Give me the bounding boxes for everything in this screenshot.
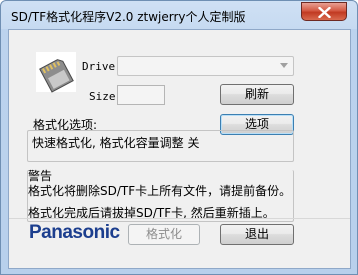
panasonic-logo: Panasonic xyxy=(29,222,120,243)
dropdown-arrow-icon xyxy=(280,63,288,68)
drive-label: Drive xyxy=(82,60,116,73)
warning-group: 警告 格式化将删除SD/TF卡上所有文件，请提前备份。 格式化完成后请拔掉SD/… xyxy=(27,169,294,222)
format-options-summary-box: 快速格式化, 格式化容量调整 关 xyxy=(27,130,294,162)
window-title: SD/TF格式化程序V2.0 ztwjerry个人定制版 xyxy=(11,10,246,24)
warning-line-1: 格式化将删除SD/TF卡上所有文件，请提前备份。 xyxy=(28,184,292,198)
format-button[interactable]: 格式化 xyxy=(128,224,200,245)
exit-button[interactable]: 退出 xyxy=(220,224,294,245)
size-field xyxy=(117,85,165,105)
close-icon xyxy=(318,7,331,18)
footer-divider xyxy=(9,218,350,219)
sd-card-icon xyxy=(34,50,78,94)
size-label: Size xyxy=(89,90,116,103)
format-options-summary: 快速格式化, 格式化容量调整 关 xyxy=(32,136,200,150)
close-button[interactable] xyxy=(301,2,347,21)
app-window: SD/TF格式化程序V2.0 ztwjerry个人定制版 Drive Size … xyxy=(0,0,358,275)
title-bar[interactable]: SD/TF格式化程序V2.0 ztwjerry个人定制版 xyxy=(1,1,357,29)
refresh-button[interactable]: 刷新 xyxy=(220,84,294,105)
drive-select[interactable] xyxy=(117,56,294,76)
client-area: Drive Size 刷新 格式化选项: 选项 快速格式化, 格式化容量调整 关… xyxy=(8,29,351,269)
